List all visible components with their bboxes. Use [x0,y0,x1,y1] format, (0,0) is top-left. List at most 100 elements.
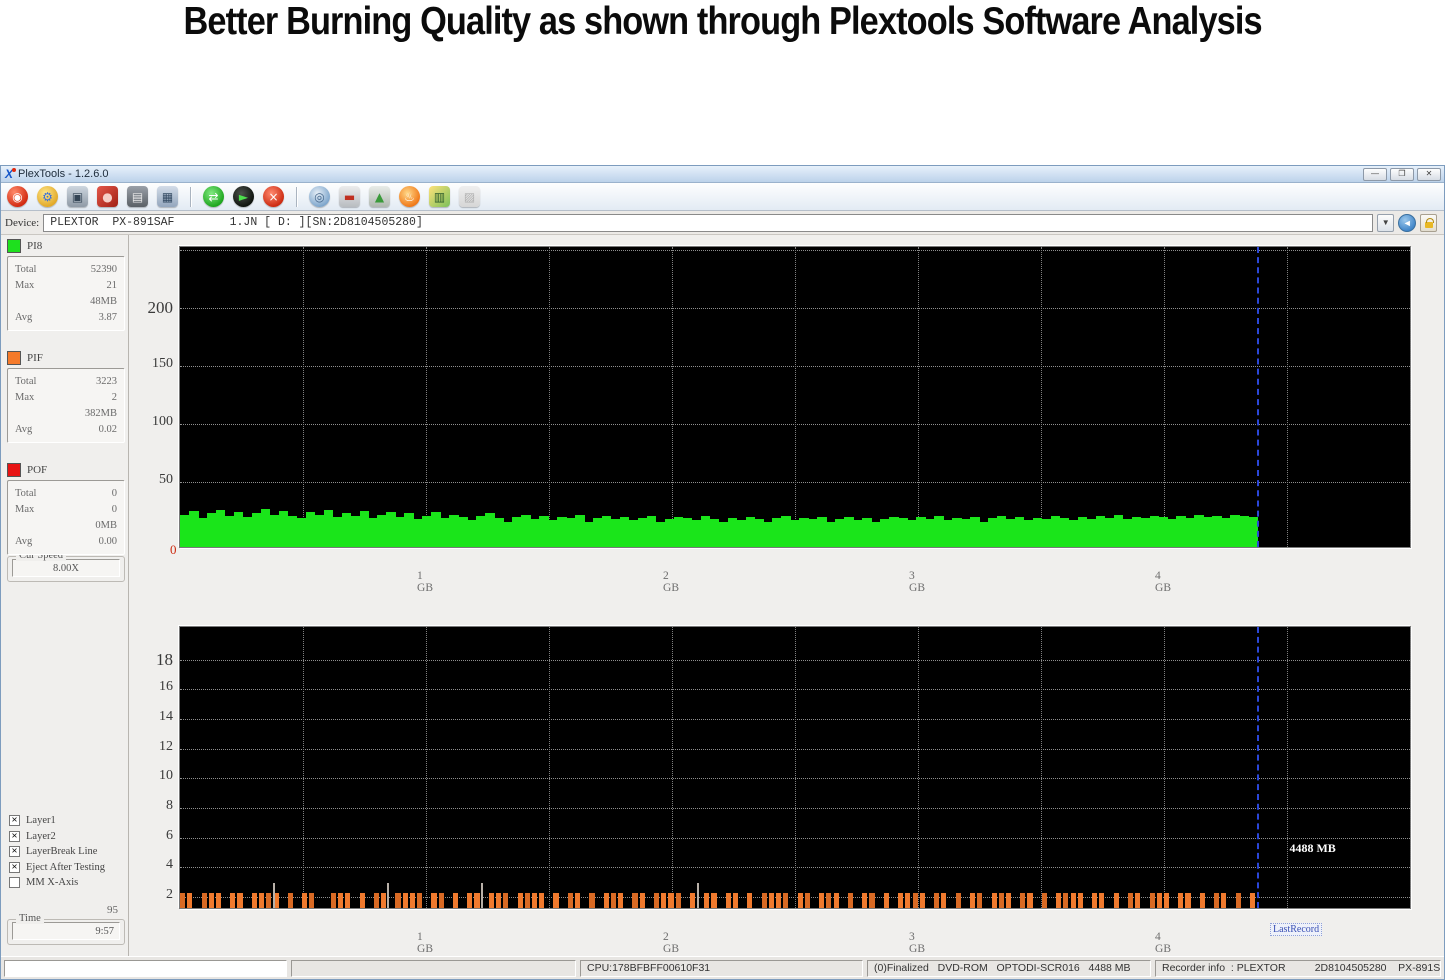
x-axis-tick-label: 1 GB [417,931,433,955]
pif-bar [345,893,351,908]
pif-bar [1235,893,1241,908]
pi8-label: PI8 [27,240,43,252]
file-manager-icon[interactable]: ▥ [429,186,450,207]
checkbox-layer1[interactable]: × Layer1 [9,813,105,829]
checkbox-icon[interactable]: × [9,830,20,842]
checkbox-mm-x-axis[interactable]: MM X-Axis [9,875,105,891]
pif-bar [330,893,336,908]
options-checkbox-list: × Layer1 × Layer2 × LayerBreak Line × Eject Aft… [9,813,105,891]
device-combo[interactable]: PLEXTOR PX-891SAF 1.JN [ D: ][SN:2D81045… [43,213,1374,232]
pif-bar [1099,893,1105,908]
pif-bar [1063,893,1069,908]
cur-speed-value: 8.00X [12,559,120,577]
checkbox-icon[interactable]: × [9,846,20,858]
pif-bar [180,893,186,908]
gridline-v [303,627,304,908]
pif-bar [1163,893,1170,908]
status-cell-secondary [291,959,576,977]
disc-red-icon[interactable]: ● [97,186,118,207]
pif-bar [833,893,839,908]
device-back-button[interactable]: ◄ [1398,213,1417,232]
pif-bar [1070,893,1076,908]
y-axis-tick-label: 12 [159,738,173,754]
pif-bar [862,893,868,908]
pif-bar [1056,893,1062,908]
pi8-stat-row: 48MB [90,296,117,307]
pif-bar [373,893,380,908]
pi8-chart [179,246,1411,548]
disc-play-icon[interactable]: ► [233,186,254,207]
close-button[interactable]: ✕ [1417,168,1441,181]
x-axis-tick-label: 4 GB [1155,931,1171,955]
pif-bar [675,893,681,908]
pif-bar [912,893,918,908]
pif-bar [539,893,545,908]
disc-copy-icon[interactable]: ⇄ [203,186,224,207]
capture-icon[interactable]: ▣ [67,186,88,207]
pif-bar [409,893,415,908]
y-axis-tick-label: 200 [147,298,174,318]
minimize-button[interactable]: — [1363,168,1387,181]
last-record-marker-line [1257,627,1260,908]
checkbox-eject-after-testing[interactable]: × Eject After Testing [9,860,105,876]
y-axis-tick-label: 8 [166,797,173,813]
y-axis-tick-label: 2 [166,886,173,902]
lock-icon[interactable] [1420,213,1438,232]
pif-bar [1185,893,1191,908]
pif-bar [452,893,459,908]
pif-bar [934,893,940,908]
checkbox-icon[interactable]: × [9,861,20,873]
window-title: PlexTools - 1.2.6.0 [18,168,109,180]
scan-counter: 95 [107,904,118,916]
checkbox-icon[interactable] [9,877,20,889]
pif-bar [416,893,423,908]
pif-bar [639,893,645,908]
help-disabled-icon[interactable]: ▨ [459,186,480,207]
media-stack-icon[interactable]: ▤ [127,186,148,207]
gridline-v [795,627,796,908]
gridline-v [549,627,550,908]
checkbox-icon[interactable]: × [9,815,20,827]
pif-bar [819,893,825,908]
pif-bar [998,893,1004,908]
pif-bar [797,893,803,908]
pif-bar [266,893,272,908]
status-message-field [4,959,287,977]
gridline-v [918,627,919,908]
pif-bar [208,893,214,908]
drive-eject-icon[interactable]: ▲ [369,186,390,207]
power-icon[interactable]: ◉ [7,186,28,207]
pif-bar [431,893,437,908]
pif-bar [215,893,222,908]
drive-write-icon[interactable]: ▬ [339,186,360,207]
disc-read-icon[interactable]: ◎ [309,186,330,207]
pif-bar [359,893,365,908]
x-axis-tick-label: 2 GB [663,570,679,594]
pif-bar [603,893,609,908]
checkbox-layer2[interactable]: × Layer2 [9,829,105,845]
main-area: Cur Speed 8.00X × Layer1 × Layer2 × LayerBrea… [1,235,1444,957]
checkbox-layerbreak-line[interactable]: × LayerBreak Line [9,844,105,860]
pif-bar [668,893,674,908]
pif-bar [1113,893,1119,908]
pif-bar [230,893,236,908]
burn-flame-icon[interactable]: ♨ [399,186,420,207]
window-controls: — ❐ ✕ [1363,168,1441,181]
x-axis-tick-label: 1 GB [417,570,433,594]
y-axis-tick-label: 16 [159,679,173,695]
y-axis-zero-label: 0 [170,542,177,557]
restore-button[interactable]: ❐ [1390,168,1414,181]
cancel-icon[interactable]: × [263,186,284,207]
device-dropdown-button[interactable]: ▼ [1377,213,1395,232]
print-disc-icon[interactable]: ▦ [157,186,178,207]
gridline-v [303,247,304,547]
pif-bar [1135,893,1141,908]
disc-size-annotation: 4488 MB [1289,840,1336,855]
pif-bar [969,893,976,908]
y-axis-tick-label: 6 [166,827,173,843]
settings-icon[interactable]: ⚙ [37,186,58,207]
time-label: Time [16,913,44,924]
pof-stat-row: 0MB [95,520,117,531]
pif-bar [395,893,401,908]
pif-bar [1027,893,1033,908]
